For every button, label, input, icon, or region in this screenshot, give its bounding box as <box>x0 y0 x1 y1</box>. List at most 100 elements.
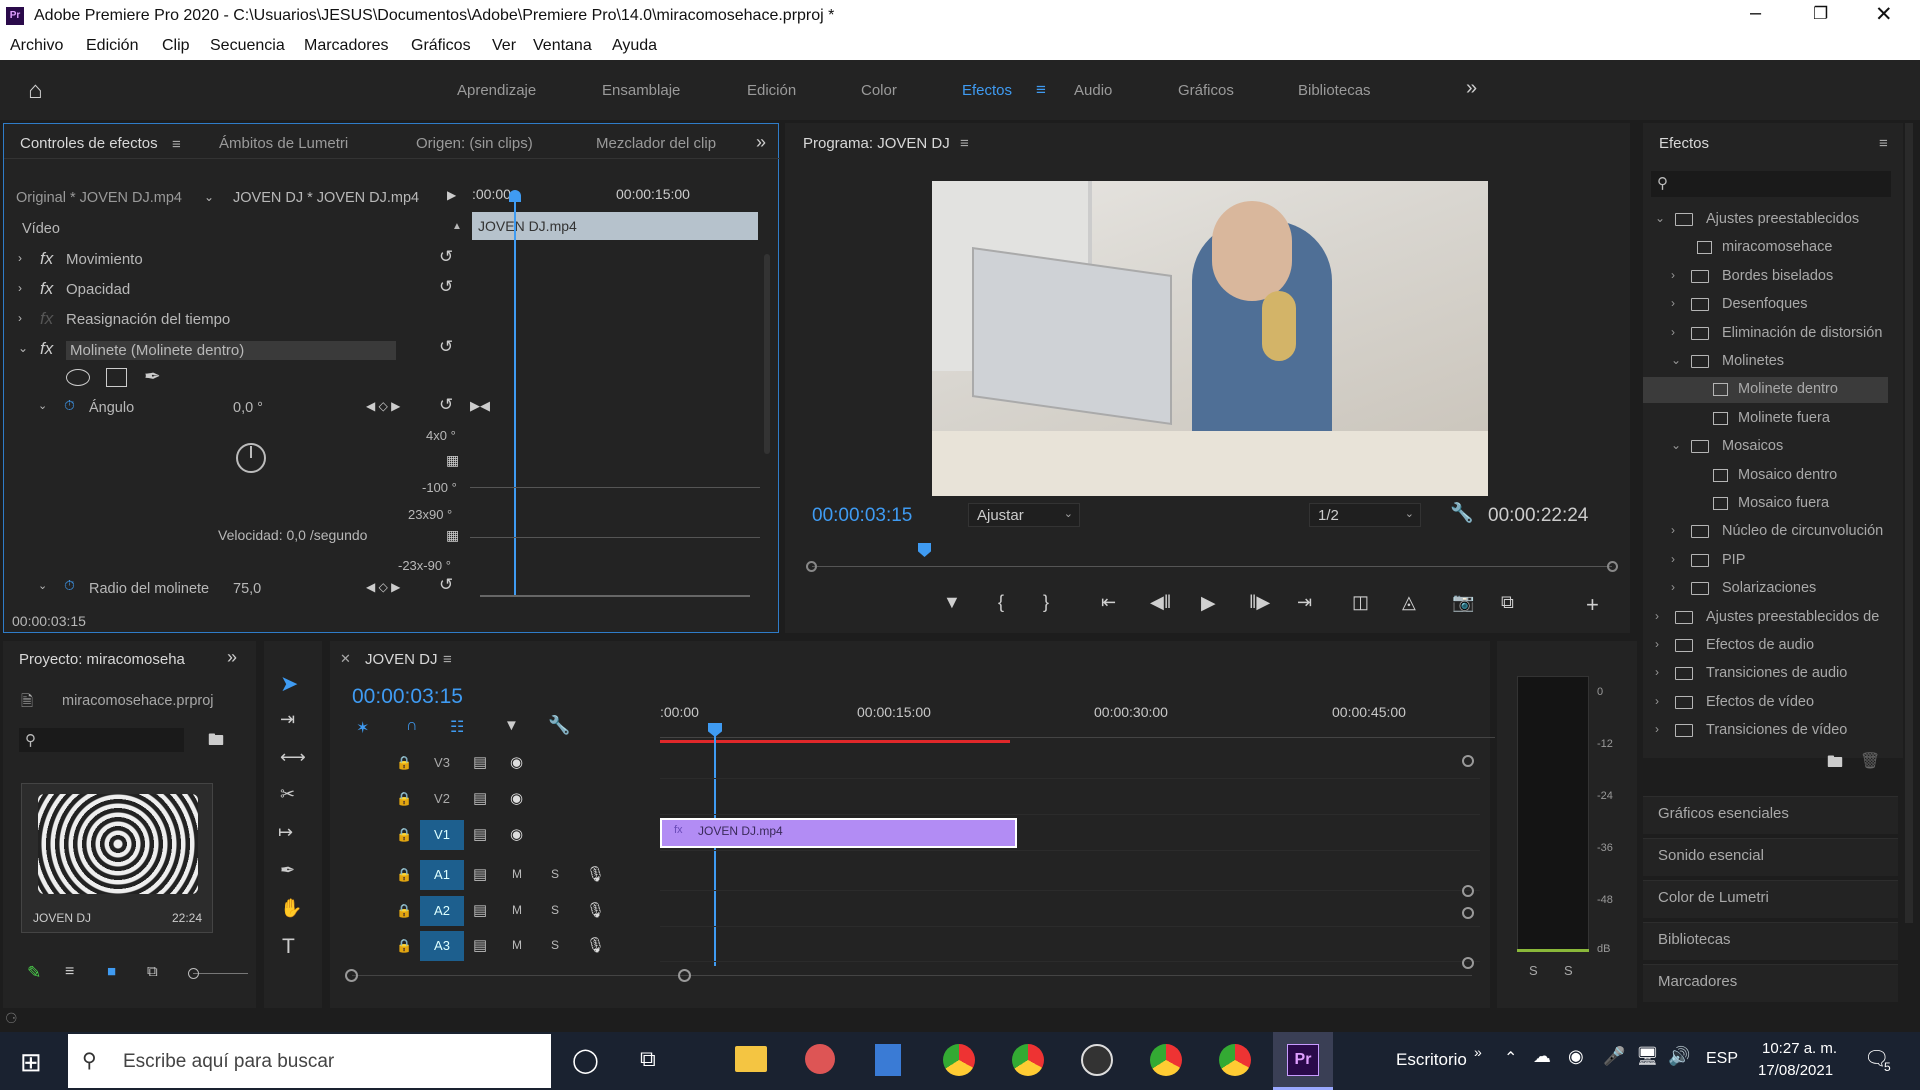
track-eye-icon-V2[interactable]: ◉ <box>510 789 523 807</box>
reset-effect-icon-3[interactable]: ↺ <box>439 337 453 357</box>
ellipse-mask-icon[interactable] <box>66 369 90 386</box>
minimize-button[interactable]: – <box>1750 2 1761 25</box>
tree-chevron-icon-14[interactable]: › <box>1655 609 1659 623</box>
track-lock-icon-A1[interactable]: 🔒 <box>396 867 412 883</box>
tree-chevron-icon-13[interactable]: › <box>1671 580 1675 594</box>
clock-time[interactable]: 10:27 a. m. <box>1762 1040 1837 1057</box>
program-monitor-title[interactable]: Programa: JOVEN DJ <box>803 135 950 152</box>
keyframe-marker-icon[interactable]: ▶◀ <box>470 398 490 414</box>
more-workspaces-icon[interactable]: » <box>1466 77 1477 100</box>
chrome-icon-2[interactable] <box>1012 1044 1044 1076</box>
language-indicator[interactable]: ESP <box>1706 1050 1738 1068</box>
tree-chevron-icon-11[interactable]: › <box>1671 523 1675 537</box>
fx-icon-2[interactable]: fx <box>40 309 53 329</box>
radius-stopwatch-icon[interactable]: ⏱ <box>64 577 75 594</box>
radius-expand-icon[interactable]: ⌄ <box>38 579 47 592</box>
workspace-tab-6[interactable]: Gráficos <box>1178 82 1234 99</box>
slip-tool-icon[interactable]: ↦ <box>278 822 293 843</box>
ec-tab-3[interactable]: Mezclador del clip <box>596 135 716 152</box>
extract-icon[interactable]: ◬ <box>1402 592 1416 613</box>
selection-tool-icon[interactable]: ➤ <box>280 671 298 697</box>
program-scrubber[interactable] <box>812 566 1612 567</box>
rectangle-mask-icon[interactable] <box>106 368 127 387</box>
effect-expand-icon-2[interactable]: › <box>18 311 22 325</box>
angle-value[interactable]: 0,0 ° <box>233 400 263 416</box>
track-target-V3[interactable]: V3 <box>420 748 464 778</box>
thumbnail-size-slider[interactable] <box>188 968 248 979</box>
file-explorer-icon[interactable] <box>735 1046 767 1072</box>
reset-angle-icon[interactable]: ↺ <box>439 395 453 415</box>
task-view-icon[interactable]: ⧉ <box>640 1046 656 1072</box>
angle-expand-icon[interactable]: ⌄ <box>38 399 47 412</box>
effects-tree-item-15[interactable]: › Efectos de audio <box>1643 633 1888 659</box>
effects-tree-item-5[interactable]: ⌄ Molinetes <box>1643 349 1888 375</box>
calculator-icon[interactable] <box>875 1044 901 1076</box>
freeform-view-icon[interactable]: ⧉ <box>147 963 158 980</box>
tree-chevron-icon-18[interactable]: › <box>1655 722 1659 736</box>
sequence-menu-icon[interactable]: ≡ <box>443 651 452 668</box>
track-eye-icon-V1[interactable]: ◉ <box>510 825 523 843</box>
desktop-more-icon[interactable]: » <box>1474 1044 1482 1060</box>
track-sync-icon-A2[interactable]: ▤ <box>473 901 487 919</box>
cortana-icon[interactable]: ◯ <box>572 1046 599 1075</box>
volume-icon[interactable]: 🔊 <box>1668 1046 1690 1067</box>
program-timecode[interactable]: 00:00:03:15 <box>812 505 912 527</box>
reset-effect-icon-1[interactable]: ↺ <box>439 277 453 297</box>
project-title[interactable]: Proyecto: miracomoseha <box>19 651 185 668</box>
more-panels-icon[interactable]: » <box>756 132 766 153</box>
effect-expand-icon-1[interactable]: › <box>18 281 22 295</box>
timeline-settings-icon[interactable]: 🔧 <box>548 715 570 736</box>
new-bin-from-search-icon[interactable]: 🖿 <box>208 729 224 756</box>
taskbar-search[interactable]: ⚲ Escribe aquí para buscar <box>68 1034 551 1088</box>
new-bin-icon[interactable]: 🖿 <box>1827 751 1843 778</box>
scroll-up-icon[interactable]: ▲ <box>452 221 462 232</box>
restore-button[interactable]: ❐ <box>1813 4 1828 24</box>
menu-7[interactable]: Ventana <box>533 37 592 55</box>
nest-icon[interactable]: ✶ <box>356 718 369 738</box>
track-mute-A3[interactable]: M <box>512 938 522 952</box>
effects-tree-item-7[interactable]: Molinete fuera <box>1643 406 1888 432</box>
tree-chevron-icon-2[interactable]: › <box>1671 268 1675 282</box>
effects-panel-title[interactable]: Efectos <box>1659 135 1709 152</box>
ripple-edit-tool-icon[interactable]: ⟷ <box>280 747 306 768</box>
snap-icon[interactable]: ∩ <box>406 717 418 735</box>
effect-label-3[interactable]: Molinete (Molinete dentro) <box>66 341 396 360</box>
delete-icon[interactable]: 🗑 <box>1860 751 1880 771</box>
compare-icon[interactable]: ⧉ <box>1501 592 1514 613</box>
timeline-zoom-bar[interactable] <box>352 975 1472 976</box>
track-lock-icon-V3[interactable]: 🔒 <box>396 755 412 771</box>
chrome-icon-1[interactable] <box>943 1044 975 1076</box>
track-lane-V2[interactable] <box>660 783 1480 815</box>
work-area-bar[interactable] <box>660 740 1010 743</box>
track-sync-icon-V2[interactable]: ▤ <box>473 789 487 807</box>
track-lock-icon-V1[interactable]: 🔒 <box>396 827 412 843</box>
wrench-icon[interactable]: 🔧 <box>1450 501 1474 525</box>
effects-tree-item-17[interactable]: › Efectos de vídeo <box>1643 690 1888 716</box>
play-icon[interactable]: ▶ <box>1201 592 1216 615</box>
effects-tree-item-16[interactable]: › Transiciones de audio <box>1643 661 1888 687</box>
menu-8[interactable]: Ayuda <box>612 37 657 55</box>
track-target-A3[interactable]: A3 <box>420 931 464 961</box>
menu-3[interactable]: Secuencia <box>210 37 285 55</box>
desktop-label[interactable]: Escritorio <box>1396 1050 1467 1070</box>
track-mute-A1[interactable]: M <box>512 867 522 881</box>
windows-start-icon[interactable]: ⊞ <box>20 1047 42 1078</box>
track-target-A2[interactable]: A2 <box>420 896 464 926</box>
track-solo-A2[interactable]: S <box>551 903 559 917</box>
workspace-tab-2[interactable]: Edición <box>747 82 796 99</box>
close-button[interactable]: ✕ <box>1875 2 1893 27</box>
network-icon[interactable]: 🖥 <box>1636 1046 1659 1067</box>
pen-tool-icon[interactable]: ✒ <box>280 860 295 881</box>
tray-chevron-icon[interactable]: ⌃ <box>1504 1048 1517 1068</box>
step-forward-icon[interactable]: ‖▶ <box>1249 592 1270 613</box>
sequence-tab[interactable]: JOVEN DJ <box>365 651 438 668</box>
effects-tree-item-12[interactable]: › PIP <box>1643 548 1888 574</box>
onedrive-icon[interactable]: ☁ <box>1533 1046 1551 1067</box>
track-lock-icon-V2[interactable]: 🔒 <box>396 791 412 807</box>
tree-chevron-icon-3[interactable]: › <box>1671 296 1675 310</box>
workspace-tab-7[interactable]: Bibliotecas <box>1298 82 1371 99</box>
effects-tree-item-6[interactable]: Molinete dentro <box>1643 377 1888 404</box>
list-view-icon[interactable]: ≡ <box>65 963 74 981</box>
home-icon[interactable]: ⌂ <box>28 77 43 105</box>
effects-tree-item-1[interactable]: miracomosehace <box>1643 235 1888 261</box>
